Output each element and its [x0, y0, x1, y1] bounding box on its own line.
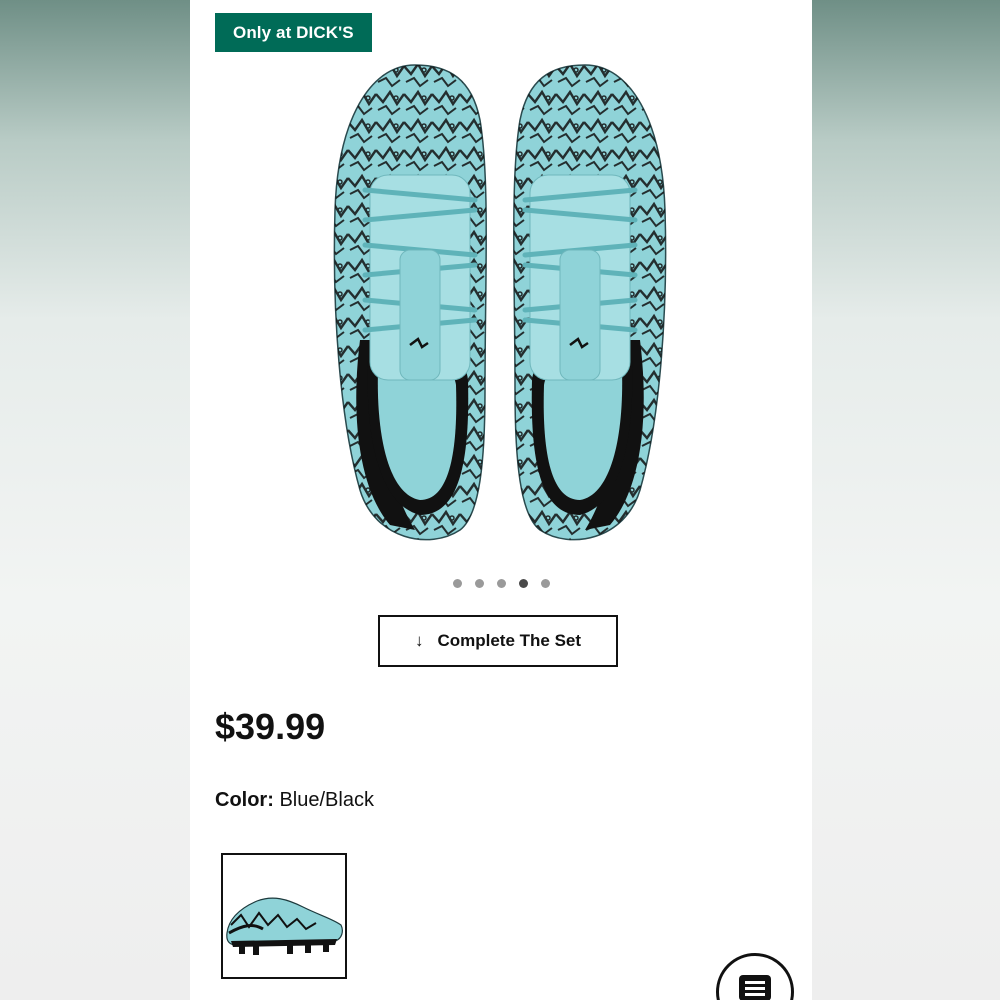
product-page: Only at DICK'S ↓ Complete The Set $39.99…	[190, 0, 812, 1000]
product-image[interactable]	[320, 60, 680, 560]
carousel-dots	[190, 579, 812, 588]
color-swatch-selected[interactable]	[221, 853, 347, 979]
left-shoe	[333, 64, 487, 541]
carousel-dot[interactable]	[496, 579, 506, 588]
cleat-side-view-thumbnail	[226, 897, 343, 955]
arrow-down-icon: ↓	[414, 631, 424, 650]
color-value: Blue/Black	[279, 789, 374, 811]
carousel-dot[interactable]	[452, 579, 462, 588]
chat-button[interactable]	[716, 953, 794, 1000]
exclusive-badge: Only at DICK'S	[215, 13, 372, 52]
color-selector-label: Color: Blue/Black	[215, 789, 374, 812]
chat-icon	[739, 975, 771, 1000]
carousel-dot[interactable]	[540, 579, 550, 588]
carousel-dot[interactable]	[474, 579, 484, 588]
right-shoe	[513, 64, 667, 541]
background-left	[0, 0, 190, 1000]
complete-the-set-label: Complete The Set	[437, 631, 582, 650]
carousel-dot-active[interactable]	[518, 579, 528, 588]
color-label: Color:	[215, 789, 274, 811]
complete-the-set-button[interactable]: ↓ Complete The Set	[378, 615, 618, 667]
cleats-top-view-image	[333, 64, 667, 541]
background-right	[812, 0, 1000, 1000]
product-price: $39.99	[215, 706, 326, 747]
